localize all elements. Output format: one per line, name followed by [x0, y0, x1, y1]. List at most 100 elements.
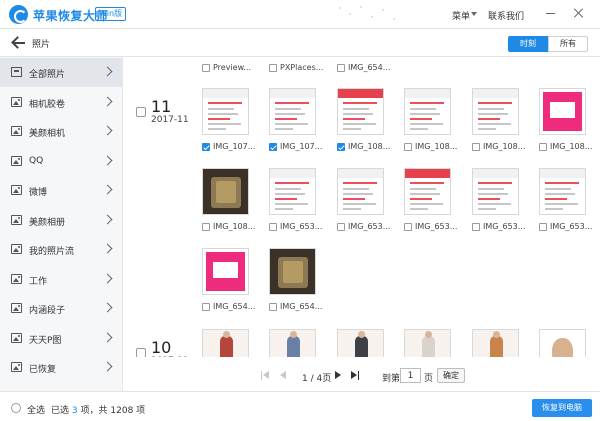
photo-checkbox[interactable] [269, 143, 277, 151]
tab-time[interactable]: 时刻 [508, 36, 548, 52]
app-logo-icon [9, 5, 28, 24]
goto-page-input[interactable] [400, 368, 421, 383]
photo-thumbnail[interactable] [202, 248, 249, 295]
sidebar-item[interactable]: 美颜相机 [0, 117, 123, 146]
group-month: 2017-11 [151, 356, 189, 357]
photo-thumbnail[interactable] [202, 168, 249, 215]
sidebar-item[interactable]: 美颜相册 [0, 206, 123, 235]
selected-suffix: 项 [136, 406, 146, 416]
photo-name: IMG_653... [483, 222, 526, 231]
sidebar-item[interactable]: 天天P图 [0, 324, 123, 353]
thumb-art [275, 188, 301, 190]
photo-thumbnail[interactable] [472, 88, 519, 135]
thumb-art [478, 128, 496, 130]
select-all-radio[interactable] [11, 403, 21, 413]
photo-checkbox[interactable] [337, 223, 345, 231]
photo-thumbnail[interactable] [404, 168, 451, 215]
thumb-art [338, 89, 383, 98]
thumb-art [343, 108, 369, 110]
photo-thumbnail[interactable] [539, 329, 586, 357]
thumb-art [478, 102, 512, 104]
next-page-icon[interactable] [334, 371, 343, 380]
selected-prefix: 已选 [51, 406, 70, 416]
close-icon[interactable] [572, 6, 586, 20]
photo-thumbnail[interactable] [404, 329, 451, 357]
photo-checkbox[interactable] [539, 143, 547, 151]
photo-thumbnail[interactable] [472, 329, 519, 357]
photo-thumbnail[interactable] [202, 329, 249, 357]
photo-checkbox[interactable] [472, 143, 480, 151]
photo-name: IMG_108... [348, 142, 391, 151]
photo-checkbox[interactable] [202, 223, 210, 231]
photo-checkbox[interactable] [202, 143, 210, 151]
photo-checkbox[interactable] [539, 223, 547, 231]
recover-to-computer-button[interactable]: 恢复到电脑 [532, 399, 592, 417]
photo-thumbnail[interactable] [337, 329, 384, 357]
chevron-right-icon [102, 361, 113, 372]
photo-checkbox[interactable] [337, 143, 345, 151]
sidebar-item[interactable]: 工作 [0, 265, 123, 294]
menu-caret-icon[interactable] [471, 12, 477, 16]
photo-checkbox[interactable] [202, 303, 210, 311]
photo-thumbnail[interactable] [202, 88, 249, 135]
sidebar-item-label: 我的照片流 [29, 247, 75, 257]
last-page-icon[interactable] [351, 371, 360, 380]
photo-checkbox[interactable] [404, 223, 412, 231]
thumb-art [275, 198, 297, 200]
sidebar-item[interactable]: 相机胶卷 [0, 88, 123, 117]
photo-thumbnail[interactable] [404, 88, 451, 135]
photo-checkbox[interactable] [269, 64, 277, 72]
chevron-right-icon [102, 214, 113, 224]
goto-label: 到第 [382, 374, 401, 384]
group-checkbox[interactable] [136, 107, 146, 117]
thumb-art [545, 208, 563, 210]
sidebar-item[interactable]: 内涵段子 [0, 294, 123, 323]
photo-checkbox[interactable] [472, 223, 480, 231]
select-all-label[interactable]: 全选 [27, 403, 45, 416]
first-page-icon[interactable] [261, 371, 270, 380]
tab-all[interactable]: 所有 [548, 36, 588, 52]
photo-thumbnail[interactable] [269, 168, 316, 215]
page-suffix: 页 [424, 374, 434, 384]
image-icon [11, 126, 22, 136]
thumb-art [410, 188, 436, 190]
sidebar-item[interactable]: 我的照片流 [0, 235, 123, 264]
title-bar: 苹果恢复大师 Win版 菜单 联系我们 [0, 0, 600, 29]
photo-thumbnail[interactable] [337, 168, 384, 215]
confirm-button[interactable]: 确定 [437, 368, 465, 383]
minimize-icon[interactable] [544, 6, 558, 20]
photo-thumbnail[interactable] [472, 168, 519, 215]
chevron-right-icon [102, 184, 113, 195]
thumb-art [203, 89, 248, 98]
sidebar-item[interactable]: 全部照片 [0, 58, 123, 87]
thumb-art [422, 331, 435, 357]
group-checkbox[interactable] [136, 348, 146, 357]
thumb-art [343, 182, 377, 184]
sidebar-item[interactable]: 已恢复 [0, 353, 123, 382]
sidebar-item[interactable]: 微博 [0, 176, 123, 205]
photo-checkbox[interactable] [202, 64, 210, 72]
photo-checkbox[interactable] [337, 64, 345, 72]
photo-thumbnail[interactable] [269, 329, 316, 357]
prev-page-icon[interactable] [279, 371, 288, 380]
thumb-art [343, 188, 369, 190]
photo-thumbnail[interactable] [269, 88, 316, 135]
contact-us-link[interactable]: 联系我们 [488, 9, 524, 22]
photo-thumbnail[interactable] [539, 88, 586, 135]
image-icon [11, 303, 22, 313]
thumb-art [478, 203, 511, 205]
photo-checkbox[interactable] [269, 303, 277, 311]
thumb-art [552, 338, 573, 357]
thumb-art [478, 208, 496, 210]
photo-checkbox[interactable] [404, 143, 412, 151]
photo-thumbnail[interactable] [337, 88, 384, 135]
photo-thumbnail[interactable] [269, 248, 316, 295]
back-arrow-icon[interactable] [12, 37, 26, 49]
sidebar-item[interactable]: QQ [0, 147, 123, 176]
photo-name: IMG_108... [550, 142, 593, 151]
photo-thumbnail[interactable] [539, 168, 586, 215]
photo-name: IMG_654... [348, 63, 391, 72]
photo-checkbox[interactable] [269, 223, 277, 231]
menu-button[interactable]: 菜单 [452, 9, 470, 22]
selected-mid: 项，共 [80, 406, 108, 416]
